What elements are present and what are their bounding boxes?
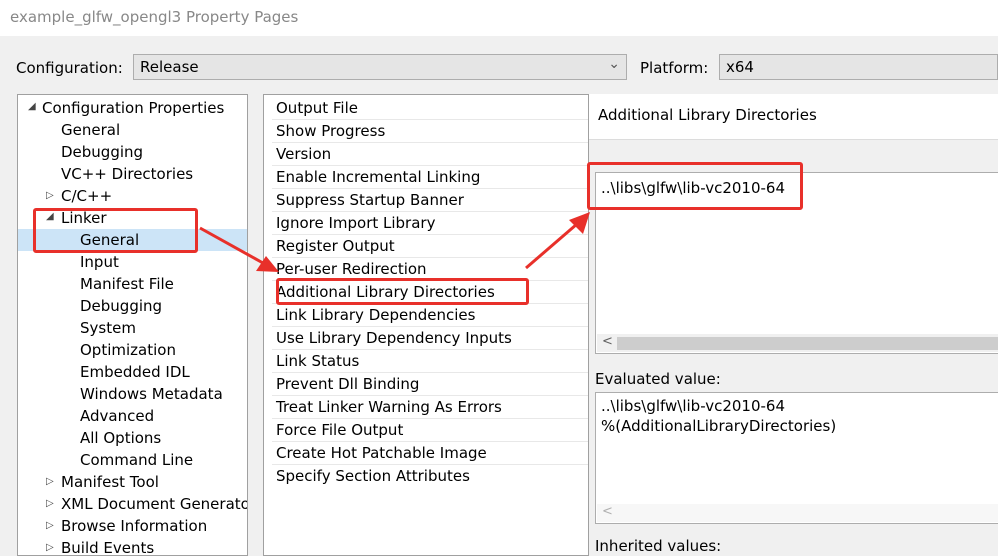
annotation-arrow-line xyxy=(525,222,578,270)
arrow-head-icon xyxy=(569,212,590,234)
annotation-arrow-line xyxy=(199,226,264,265)
arrow-head-icon xyxy=(256,256,279,272)
annotation-arrows xyxy=(199,212,590,272)
